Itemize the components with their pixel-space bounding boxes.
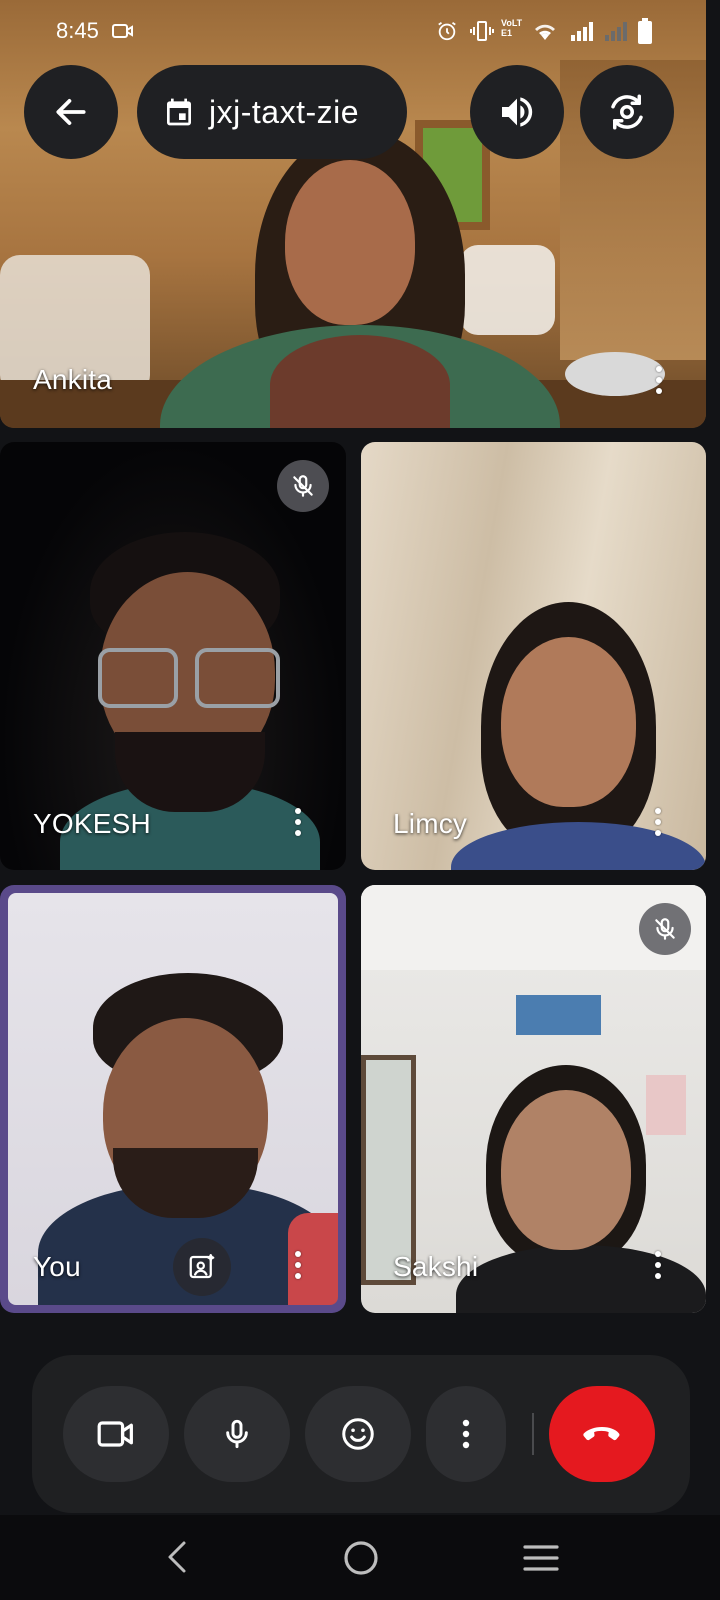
participant-name: You xyxy=(33,1251,81,1282)
mic-toggle-button[interactable] xyxy=(184,1386,290,1482)
participant-tile-self[interactable]: You xyxy=(0,885,346,1313)
battery-icon xyxy=(638,18,652,44)
meeting-code: jxj-taxt-zie xyxy=(209,93,360,130)
wifi-icon xyxy=(535,24,555,40)
end-call-icon xyxy=(583,1427,620,1441)
participant-tile-sakshi[interactable]: Sakshi xyxy=(361,885,706,1313)
volte-label: VoLTE1 xyxy=(501,18,523,38)
participant-options-button[interactable] xyxy=(286,1247,310,1283)
alarm-icon xyxy=(438,21,456,41)
volume-icon xyxy=(502,97,533,127)
participant-options-button[interactable] xyxy=(646,1247,670,1283)
control-divider xyxy=(532,1413,534,1455)
participant-video-ankita xyxy=(160,120,560,428)
muted-mic-icon xyxy=(639,903,691,955)
switch-camera-button[interactable] xyxy=(580,65,674,159)
meeting-info-button[interactable]: jxj-taxt-zie xyxy=(137,65,407,159)
participant-tile-yokesh[interactable]: YOKESH xyxy=(0,442,346,870)
end-call-button[interactable] xyxy=(549,1386,655,1482)
participant-options-button[interactable] xyxy=(646,804,670,840)
switch-camera-icon xyxy=(611,94,643,130)
vibrate-icon xyxy=(470,21,494,41)
participant-name: Sakshi xyxy=(393,1251,479,1282)
effects-button[interactable] xyxy=(173,1238,231,1296)
reactions-button[interactable] xyxy=(305,1386,411,1482)
more-vertical-icon xyxy=(462,1419,470,1449)
status-bar: 8:45 VoLTE1 xyxy=(0,0,720,62)
participant-tile-limcy[interactable]: Limcy xyxy=(361,442,706,870)
signal-2-icon xyxy=(605,22,627,41)
signal-icon xyxy=(571,22,593,41)
more-options-button[interactable] xyxy=(426,1386,506,1482)
call-controls xyxy=(32,1355,690,1513)
back-button[interactable] xyxy=(24,65,118,159)
emoji-icon xyxy=(342,1418,374,1450)
room-sign xyxy=(516,995,601,1035)
participant-name: Limcy xyxy=(393,808,468,839)
nav-back-icon[interactable] xyxy=(166,1539,188,1575)
arrow-back-icon xyxy=(56,99,86,125)
participant-options-button[interactable] xyxy=(647,362,671,398)
calendar-icon xyxy=(167,98,191,126)
portrait-effects-icon xyxy=(189,1254,215,1279)
participant-options-button[interactable] xyxy=(286,804,310,840)
audio-output-button[interactable] xyxy=(470,65,564,159)
participant-name: YOKESH xyxy=(33,808,151,839)
participant-name: Ankita xyxy=(33,364,113,395)
mic-icon xyxy=(226,1419,248,1449)
system-navigation-bar xyxy=(0,1515,720,1600)
status-time: 8:45 xyxy=(56,18,99,43)
nav-home-icon[interactable] xyxy=(342,1539,380,1577)
nav-recents-icon[interactable] xyxy=(522,1543,560,1573)
muted-mic-icon xyxy=(277,460,329,512)
camera-icon xyxy=(97,1421,133,1447)
video-recording-icon xyxy=(112,24,133,38)
camera-toggle-button[interactable] xyxy=(63,1386,169,1482)
